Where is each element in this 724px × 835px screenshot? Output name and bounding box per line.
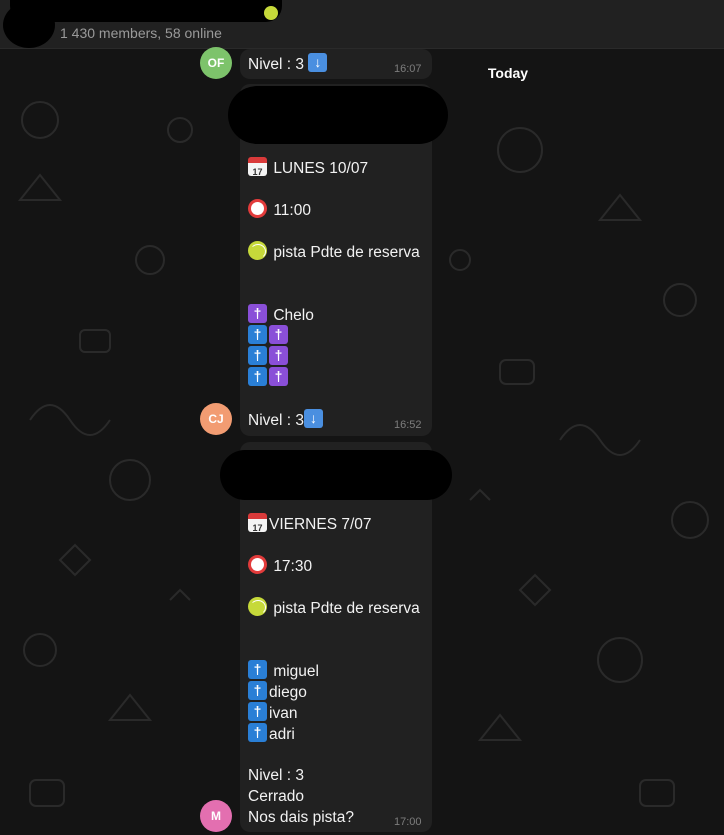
tennis-ball-icon: [248, 241, 267, 260]
message-line: adri: [248, 723, 295, 745]
person-purple-icon: [269, 367, 288, 386]
tennis-ball-icon: [264, 6, 278, 20]
question-text: Nos dais pista?: [248, 809, 354, 826]
event-time: 17:30: [273, 558, 313, 575]
message-line: 11:00: [248, 199, 311, 221]
player-name: adri: [269, 726, 295, 743]
message-line: ivan: [248, 702, 297, 724]
avatar[interactable]: CJ: [200, 403, 232, 435]
level-text: Nivel : 3: [248, 412, 304, 429]
members-online-count: 1 430 members, 58 online: [60, 25, 222, 41]
message-line: Nivel : 3: [248, 53, 329, 75]
message-time: 17:00: [394, 816, 422, 828]
message-text: Nivel : 3: [248, 56, 304, 73]
event-date: LUNES 10/07: [273, 160, 369, 177]
court-status: pista Pdte de reserva: [273, 244, 420, 261]
player-name: ivan: [269, 705, 298, 722]
person-blue-icon: [248, 367, 267, 386]
avatar[interactable]: OF: [200, 47, 232, 79]
down-arrow-icon: [304, 409, 323, 428]
person-blue-icon: [248, 660, 267, 679]
message-line: diego: [248, 681, 307, 703]
avatar[interactable]: M: [200, 800, 232, 832]
status-text: Cerrado: [248, 788, 304, 805]
player-name: miguel: [273, 663, 319, 680]
person-purple-icon: [269, 325, 288, 344]
tennis-ball-icon: [248, 597, 267, 616]
redacted-sender-name: [220, 450, 452, 500]
event-date: VIERNES 7/07: [269, 516, 372, 533]
message-line: pista Pdte de reserva: [248, 241, 420, 263]
player-name: diego: [269, 684, 307, 701]
player-slot: [248, 325, 290, 347]
calendar-icon: [248, 157, 267, 183]
player-slot: [248, 346, 290, 368]
message-line: pista Pdte de reserva: [248, 597, 420, 619]
person-blue-icon: [248, 325, 267, 344]
message-line: Nivel : 3: [248, 409, 325, 431]
message-time: 16:07: [394, 63, 422, 75]
person-blue-icon: [248, 702, 267, 721]
message-line: LUNES 10/07: [248, 157, 369, 183]
down-arrow-icon: [308, 53, 328, 72]
calendar-icon: [248, 513, 267, 539]
message-time: 16:52: [394, 419, 422, 431]
message-line: 17:30: [248, 555, 312, 577]
event-time: 11:00: [273, 202, 311, 219]
date-separator: Today: [487, 65, 529, 81]
alarm-clock-icon: [248, 555, 267, 574]
level-text: Nivel : 3: [248, 767, 304, 784]
player-name: Chelo: [273, 307, 314, 324]
chat-header[interactable]: 1 430 members, 58 online: [0, 0, 724, 49]
person-purple-icon: [248, 304, 267, 323]
person-blue-icon: [248, 681, 267, 700]
person-blue-icon: [248, 723, 267, 742]
alarm-clock-icon: [248, 199, 267, 218]
player-slot: [248, 367, 290, 389]
court-status: pista Pdte de reserva: [273, 600, 420, 617]
person-purple-icon: [269, 346, 288, 365]
redacted-group-title: [10, 0, 282, 22]
redacted-sender-name: [228, 86, 448, 144]
message-line: Chelo: [248, 304, 314, 326]
message-line: miguel: [248, 660, 319, 682]
person-blue-icon: [248, 346, 267, 365]
message-line: VIERNES 7/07: [248, 513, 372, 539]
